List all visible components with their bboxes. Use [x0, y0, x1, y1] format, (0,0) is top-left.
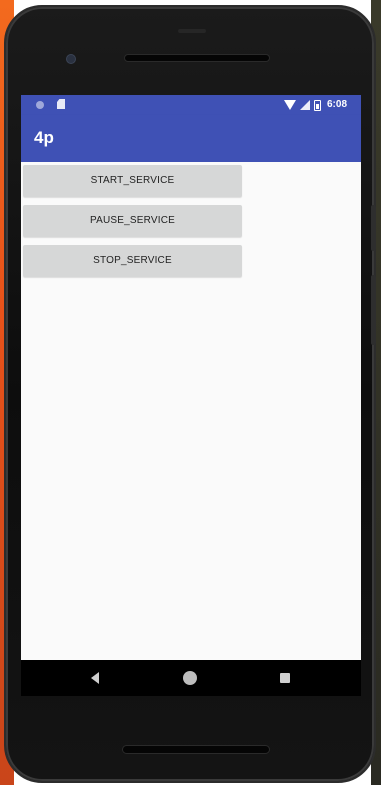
stop-service-button[interactable]: STOP_SERVICE	[23, 245, 242, 277]
navigation-bar	[21, 660, 361, 696]
status-icons: 6:08	[283, 98, 347, 112]
power-button	[371, 205, 376, 251]
sensor-slot	[178, 29, 206, 33]
battery-icon	[313, 99, 321, 111]
recents-icon[interactable]	[280, 673, 290, 683]
start-service-button[interactable]: START_SERVICE	[23, 165, 242, 197]
sd-card-icon	[57, 99, 65, 109]
earpiece-speaker	[124, 54, 270, 62]
front-camera-icon	[66, 54, 76, 64]
pause-service-button[interactable]: PAUSE_SERVICE	[23, 205, 242, 237]
main-content: START_SERVICE PAUSE_SERVICE STOP_SERVICE	[21, 162, 361, 660]
circle-notification-icon	[36, 101, 44, 109]
signal-icon	[299, 100, 310, 110]
volume-button	[371, 275, 376, 345]
app-title: 4p	[34, 128, 54, 147]
back-icon[interactable]	[91, 672, 99, 684]
stage: 6:08 4p START_SERVICE PAUSE_SERVICE STOP…	[0, 0, 381, 785]
bottom-speaker	[122, 745, 270, 754]
wifi-icon	[283, 100, 296, 110]
home-icon[interactable]	[183, 671, 197, 685]
device-screen: 6:08 4p START_SERVICE PAUSE_SERVICE STOP…	[21, 95, 361, 660]
app-bar: 4p	[21, 115, 361, 162]
status-time: 6:08	[326, 99, 347, 110]
status-bar: 6:08	[21, 95, 361, 115]
